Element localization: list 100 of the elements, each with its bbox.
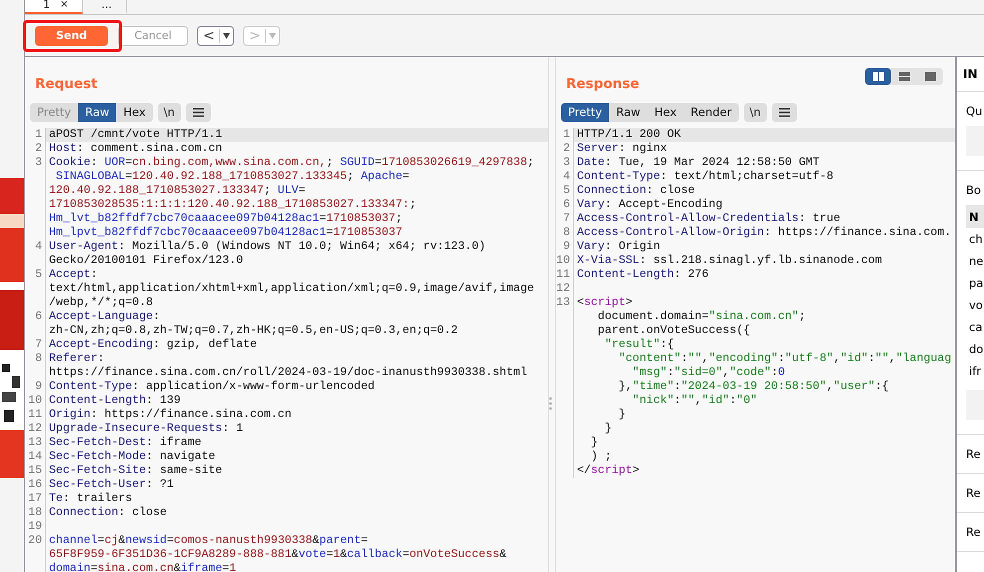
code-line: Vary: Accept-Encoding bbox=[576, 198, 724, 212]
code-line: SINAGLOBAL=120.40.92.188_1710853027.133345; Apache= bbox=[54, 170, 410, 184]
code-line: Connection: close bbox=[48, 506, 168, 520]
line-number: 6 bbox=[556, 198, 574, 212]
inspector-title: IN bbox=[957, 57, 984, 92]
menu-button[interactable] bbox=[772, 103, 797, 122]
view-tab[interactable]: Hex bbox=[116, 103, 153, 122]
code-line: domain=sina.com.cn&iframe=1 bbox=[48, 562, 238, 572]
code-line: Server: nginx bbox=[576, 142, 668, 156]
line-number: 7 bbox=[556, 212, 574, 226]
line-number: 2 bbox=[556, 142, 574, 156]
code-line: } bbox=[618, 408, 627, 422]
code-line: } bbox=[604, 422, 613, 436]
line-number: 9 bbox=[556, 240, 574, 254]
tab[interactable]: 1 × bbox=[25, 0, 84, 14]
code-line: Content-Length: 139 bbox=[48, 394, 182, 408]
line-number: 3 bbox=[556, 156, 574, 170]
code-line: parent.onVoteSuccess({ bbox=[596, 324, 752, 338]
code-line: 65F8F959-6F351D36-1CF9A8289-888-881&vote=1&callback=onVoteSuccess& bbox=[48, 548, 508, 562]
code-line: X-Via-SSL: ssl.218.sinagl.yf.lb.sinanode.com bbox=[576, 254, 883, 268]
newline-toggle-button[interactable]: \n bbox=[158, 103, 181, 122]
table-cell-text: ca bbox=[969, 319, 984, 336]
code-line: text/html,application/xhtml+xml,application/xml;q=0.9,image/avif,image bbox=[48, 282, 536, 296]
line-number: 5 bbox=[556, 184, 574, 198]
line-number: 2 bbox=[25, 142, 46, 156]
section-label[interactable]: Re bbox=[957, 474, 984, 513]
line-number: 20 bbox=[25, 534, 46, 548]
code-line: Connection: close bbox=[576, 184, 696, 198]
view-tab[interactable]: Raw bbox=[78, 103, 116, 122]
menu-icon bbox=[192, 108, 204, 117]
line-number: 10 bbox=[25, 394, 46, 408]
code-line: Accept-Language: bbox=[48, 310, 161, 324]
section-label[interactable]: Re bbox=[957, 435, 984, 474]
code-line: Sec-Fetch-User: ?1 bbox=[48, 478, 175, 492]
line-number: 4 bbox=[556, 170, 574, 184]
menu-button[interactable] bbox=[186, 103, 211, 122]
code-line: },"time":"2024-03-19 20:58:50","user":{ bbox=[618, 380, 890, 394]
view-tab[interactable]: Pretty bbox=[561, 103, 610, 122]
line-number: 10 bbox=[556, 254, 574, 268]
menu-icon bbox=[778, 108, 790, 117]
code-line: "content":"","encoding":"utf-8","id":"","languag bbox=[618, 352, 952, 366]
code-line: Access-Control-Allow-Origin: https://finance.sina.com. bbox=[576, 226, 952, 240]
section-label[interactable]: Qu bbox=[957, 92, 984, 118]
line-number: 8 bbox=[556, 226, 574, 240]
tab[interactable]: ... bbox=[83, 0, 127, 14]
line-number: 8 bbox=[25, 352, 46, 366]
column-header: N bbox=[966, 205, 984, 228]
code-line: Te: trailers bbox=[48, 492, 134, 506]
code-line: Host: comment.sina.com.cn bbox=[48, 142, 224, 156]
code-line: Hm_lvt_b82ffdf7cbc70caaacee097b04128ac1=1710853037; bbox=[48, 212, 404, 226]
square-icon bbox=[924, 72, 936, 80]
code-line: Access-Control-Allow-Credentials: true bbox=[576, 212, 842, 226]
code-line: Hm_lpvt_b82ffdf7cbc70caaacee097b04128ac1=1710853037 bbox=[48, 226, 404, 240]
back-button[interactable]: < bbox=[197, 26, 234, 46]
line-number: 11 bbox=[556, 268, 574, 282]
code-line: Gecko/20100101 Firefox/123.0 bbox=[48, 254, 244, 268]
pane-title: Response bbox=[566, 76, 640, 92]
line-number: 18 bbox=[25, 506, 46, 520]
code-line: Content-Length: 276 bbox=[576, 268, 710, 282]
code-line: Sec-Fetch-Mode: navigate bbox=[48, 450, 216, 464]
code-line: Upgrade-Insecure-Requests: 1 bbox=[48, 422, 244, 436]
code-line: Accept: bbox=[48, 268, 99, 282]
section-label[interactable]: Bo bbox=[957, 171, 984, 197]
code-line: channel=cj&newsid=comos-nanusth9930338&parent= bbox=[48, 534, 369, 548]
layout-button[interactable] bbox=[865, 68, 891, 84]
line-number: 6 bbox=[25, 310, 46, 324]
pane-title: Request bbox=[35, 76, 98, 92]
code-line: Sec-Fetch-Site: same-site bbox=[48, 464, 224, 478]
line-number: 13 bbox=[25, 436, 46, 450]
table-cell-text: pa bbox=[969, 275, 984, 292]
table-cell-text: do bbox=[969, 341, 984, 358]
code-line: zh-CN,zh;q=0.8,zh-TW;q=0.7,zh-HK;q=0.5,en-US;q=0.3,en;q=0.2 bbox=[48, 324, 459, 338]
code-line: ) ; bbox=[590, 450, 613, 464]
columns-icon bbox=[872, 72, 884, 80]
line-number: 12 bbox=[25, 422, 46, 436]
view-tab[interactable]: Render bbox=[684, 103, 739, 122]
code-line: Content-Type: application/x-www-form-urlencoded bbox=[48, 380, 376, 394]
caret-icon[interactable] bbox=[222, 32, 230, 38]
close-icon[interactable]: × bbox=[60, 0, 68, 11]
line-number: 3 bbox=[25, 156, 46, 170]
line-number: 5 bbox=[25, 268, 46, 282]
line-number: 16 bbox=[25, 478, 46, 492]
table-cell-text: ne bbox=[969, 253, 984, 270]
newline-toggle-button[interactable]: \n bbox=[744, 103, 767, 122]
code-line: "nick":"","id":"0" bbox=[631, 394, 758, 408]
table-cell-text: ifr bbox=[969, 363, 982, 380]
code-line: User-Agent: Mozilla/5.0 (Windows NT 10.0; Win64; x64; rv:123.0) bbox=[48, 240, 487, 254]
code-line: "msg":"sid=0","code":0 bbox=[631, 366, 786, 380]
line-number: 19 bbox=[25, 520, 46, 534]
line-number: 14 bbox=[25, 450, 46, 464]
code-line: "result":{ bbox=[604, 338, 676, 352]
code-line: /webp,*/*;q=0.8 bbox=[48, 296, 154, 310]
view-tab[interactable]: Raw bbox=[609, 103, 648, 122]
view-tab[interactable]: Hex bbox=[647, 103, 684, 122]
code-line: 1710853028535:1:1:1:120.40.92.188_1710853027.133347:; bbox=[48, 198, 418, 212]
section-label[interactable]: Re bbox=[957, 513, 984, 552]
table-cell-text: vo bbox=[969, 297, 984, 314]
line-number: 15 bbox=[25, 464, 46, 478]
drag-handle-icon[interactable] bbox=[549, 397, 552, 410]
code-line: Sec-Fetch-Dest: iframe bbox=[48, 436, 202, 450]
